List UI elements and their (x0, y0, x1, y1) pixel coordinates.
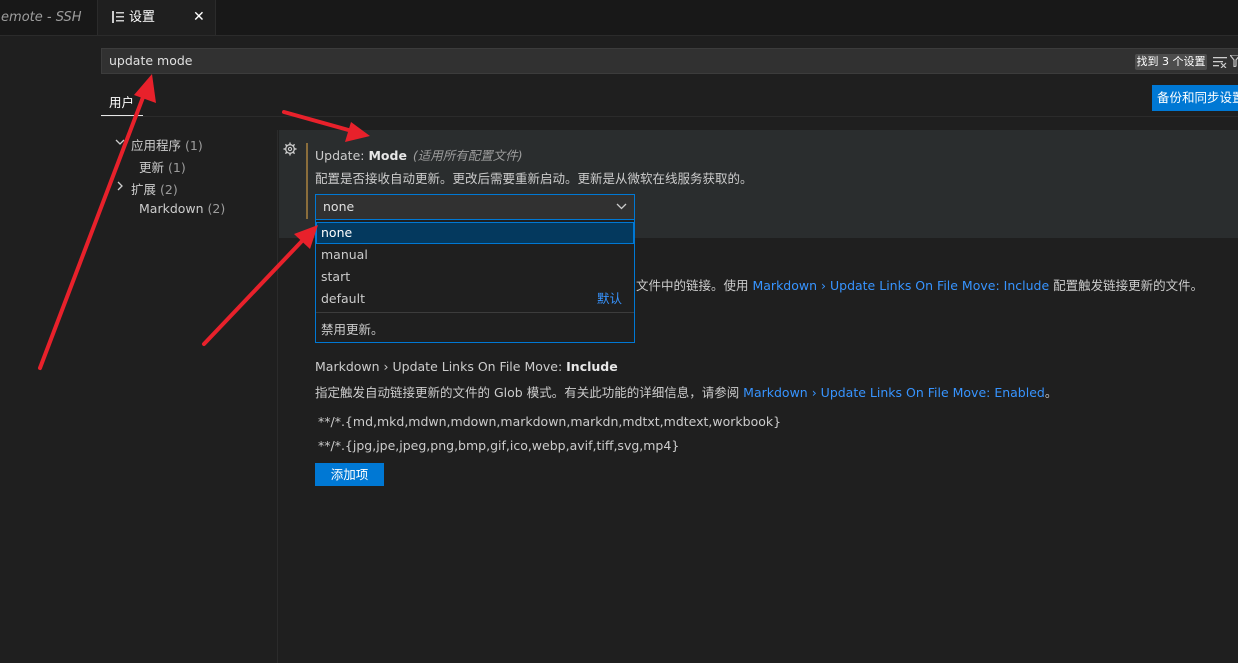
tree-item-application-count: (1) (185, 138, 203, 153)
setting-category: Update: (315, 148, 369, 163)
dropdown-divider (316, 312, 634, 313)
tab-remote-ssh[interactable]: Remote - SSH (0, 0, 96, 35)
close-icon[interactable]: ✕ (193, 0, 205, 35)
option-default[interactable]: default 默认 (316, 288, 634, 310)
setting-description-links-enabled: 文件中的链接。使用 Markdown › Update Links On Fil… (636, 275, 1203, 294)
clear-filter-icon[interactable] (1213, 56, 1227, 68)
tree-item-markdown-label: Markdown (139, 201, 204, 216)
tree-item-extensions-label: 扩展 (131, 182, 157, 197)
tab-settings[interactable]: 设置 ✕ (97, 0, 216, 35)
tab-remote-ssh-label: Remote - SSH (0, 10, 82, 25)
annotation-arrow (38, 90, 147, 370)
default-tag: 默认 (596, 291, 622, 306)
add-item-button[interactable]: 添加项 (315, 463, 384, 486)
setting-name: Mode (368, 148, 407, 163)
select-value: none (323, 199, 355, 214)
tree-item-extensions[interactable]: 扩展 (2) (131, 179, 178, 198)
tree-item-markdown-count: (2) (207, 201, 226, 216)
gear-icon[interactable] (283, 142, 297, 156)
backup-sync-button[interactable]: 备份和同步设置 (1152, 85, 1238, 111)
setting-category: Markdown › Update Links On File Move: (315, 359, 567, 374)
search-input-value: update mode (109, 53, 193, 68)
update-mode-select[interactable]: none (315, 194, 635, 220)
tree-item-markdown[interactable]: Markdown (2) (139, 201, 225, 216)
option-default-label: default (321, 291, 365, 306)
glob-list-item[interactable]: **/*.{jpg,jpe,jpeg,png,bmp,gif,ico,webp,… (318, 438, 679, 453)
option-start[interactable]: start (316, 266, 634, 288)
tree-item-application[interactable]: 应用程序 (1) (131, 135, 203, 154)
setting-link-enabled[interactable]: Markdown › Update Links On File Move: En… (743, 385, 1045, 400)
annotation-arrow (202, 239, 304, 346)
description-part: 。 (1044, 385, 1058, 400)
tree-item-application-label: 应用程序 (131, 138, 182, 153)
tree-divider (277, 130, 278, 663)
modified-indicator-bar (306, 143, 308, 219)
search-result-count-badge: 找到 3 个设置 (1135, 54, 1207, 70)
tree-item-update-count: (1) (168, 160, 186, 175)
description-part: 指定触发自动链接更新的文件的 Glob 模式。有关此功能的详细信息，请参阅 (315, 385, 744, 400)
option-none[interactable]: none (316, 222, 634, 244)
setting-title-update-mode: Update: Mode (适用所有配置文件) (315, 145, 523, 164)
chevron-down-icon (616, 203, 627, 210)
setting-description: 配置是否接收自动更新。更改后需要重新启动。更新是从微软在线服务获取的。 (315, 171, 753, 186)
tree-item-update[interactable]: 更新 (1) (139, 157, 186, 176)
scope-tab-user[interactable]: 用户 (109, 92, 134, 111)
option-manual[interactable]: manual (316, 244, 634, 266)
setting-title-links-include: Markdown › Update Links On File Move: In… (315, 359, 618, 374)
setting-name: Include (566, 359, 618, 374)
tree-item-update-label: 更新 (139, 160, 165, 175)
chevron-right-icon[interactable] (115, 181, 125, 191)
select-dropdown-list: none manual start default 默认 禁用更新。 (315, 220, 635, 343)
option-description: 禁用更新。 (321, 322, 384, 337)
description-part: 配置触发链接更新的文件。 (1049, 278, 1204, 293)
tree-item-extensions-count: (2) (160, 182, 178, 197)
filter-funnel-icon[interactable] (1230, 55, 1238, 67)
setting-description-links-include: 指定触发自动链接更新的文件的 Glob 模式。有关此功能的详细信息，请参阅 Ma… (315, 382, 1057, 401)
setting-link-include[interactable]: Markdown › Update Links On File Move: In… (752, 278, 1049, 293)
setting-scope-note: (适用所有配置文件) (412, 148, 523, 163)
description-part: 文件中的链接。使用 (636, 278, 753, 293)
tab-settings-label: 设置 (129, 10, 156, 25)
chevron-down-icon[interactable] (115, 137, 125, 147)
settings-search-input[interactable]: update mode (101, 48, 1238, 74)
annotation-arrow (282, 110, 354, 133)
settings-list-icon (112, 11, 124, 23)
scope-divider (101, 116, 1238, 117)
annotation-arrowhead (134, 74, 156, 103)
scope-tab-active-underline (101, 115, 143, 116)
glob-list-item[interactable]: **/*.{md,mkd,mdwn,mdown,markdown,markdn,… (318, 414, 781, 429)
